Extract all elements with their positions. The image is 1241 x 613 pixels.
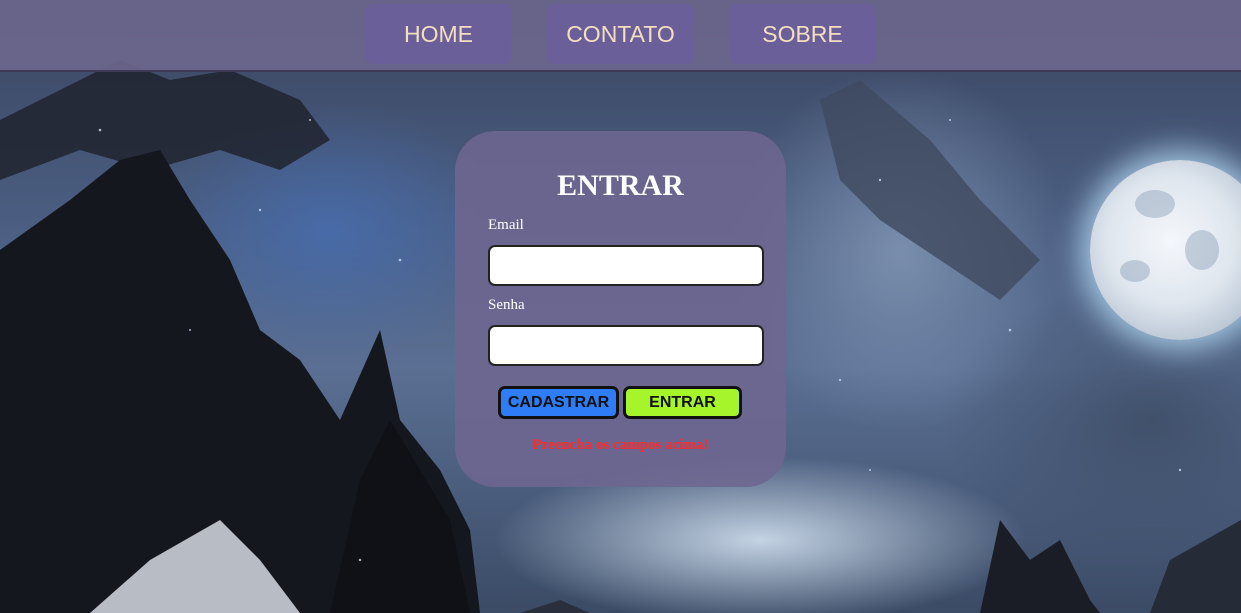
email-label: Email [488, 217, 524, 233]
login-card: ENTRAR Email Senha CADASTRAR ENTRAR Pree… [455, 131, 786, 487]
top-navigation-bar: HOME CONTATO SOBRE [0, 0, 1241, 72]
email-field[interactable] [488, 245, 764, 286]
nav-home-button[interactable]: HOME [366, 4, 511, 64]
nav-sobre-button[interactable]: SOBRE [730, 4, 875, 64]
password-label: Senha [488, 297, 525, 313]
login-title: ENTRAR [557, 169, 684, 202]
validation-error-message: Preencha os campos acima! [532, 437, 709, 453]
register-button[interactable]: CADASTRAR [498, 386, 619, 419]
login-submit-button[interactable]: ENTRAR [623, 386, 742, 419]
password-field[interactable] [488, 325, 764, 366]
nav-contato-button[interactable]: CONTATO [548, 4, 693, 64]
